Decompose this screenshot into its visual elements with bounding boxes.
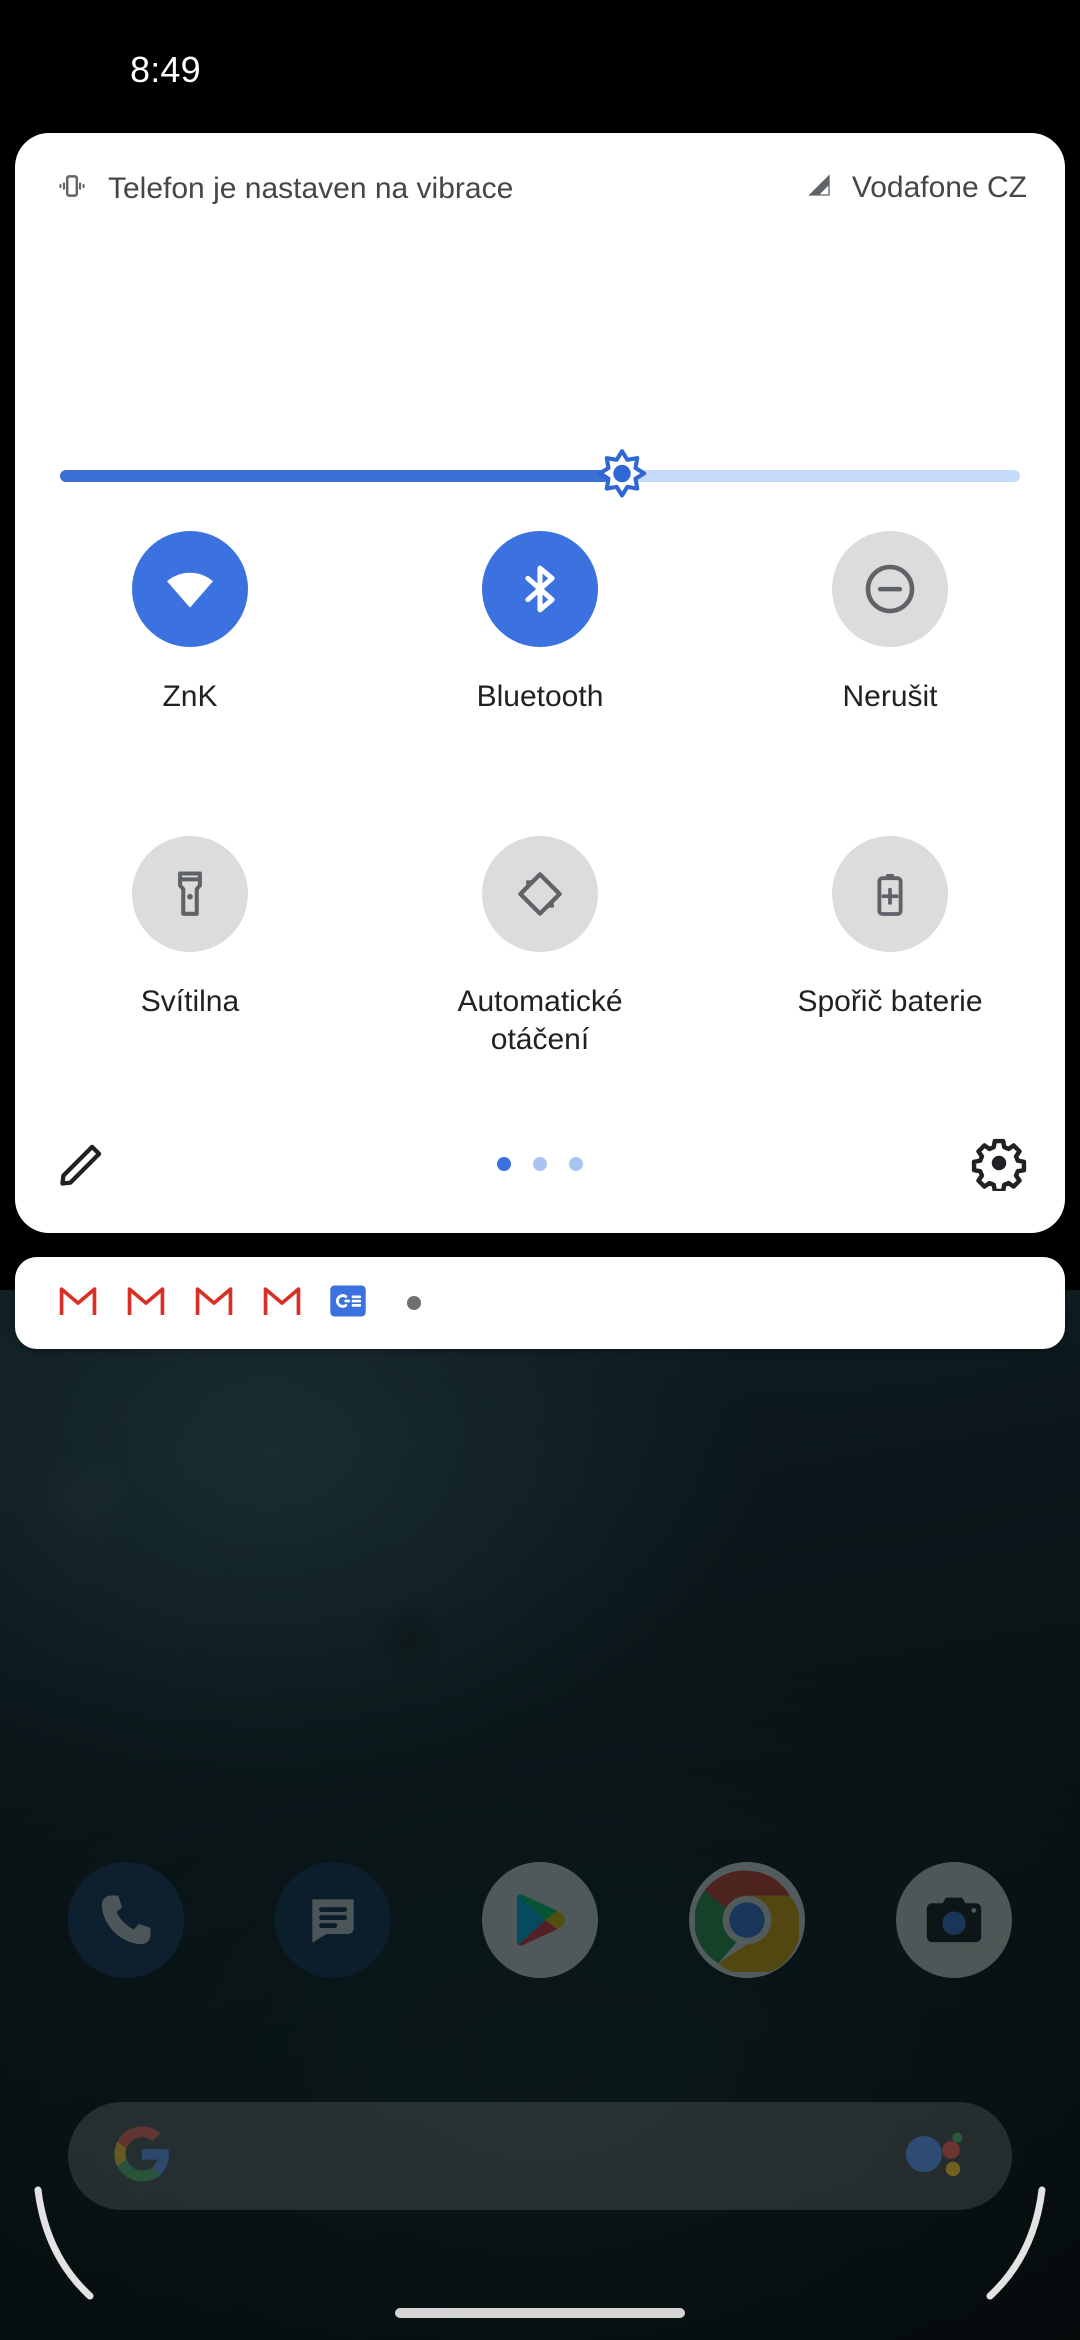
brightness-slider-fill	[60, 470, 622, 482]
bluetooth-icon	[525, 565, 555, 613]
gmail-icon[interactable]	[57, 1280, 99, 1327]
tile-do-not-disturb[interactable]: Nerušit	[715, 531, 1065, 716]
gmail-icon[interactable]	[193, 1280, 235, 1327]
ringer-status-label: Telefon je nastaven na vibrace	[108, 171, 514, 205]
brightness-sun-icon	[597, 449, 647, 498]
tile-battery-saver[interactable]: Spořič baterie	[715, 836, 1065, 1059]
settings-button[interactable]	[971, 1135, 1027, 1194]
dock-app-camera[interactable]	[896, 1862, 1012, 1978]
page-dot-1[interactable]	[497, 1157, 511, 1171]
phone-icon	[101, 1895, 151, 1945]
page-dot-2[interactable]	[533, 1157, 547, 1171]
navigation-gesture-area	[0, 2170, 1080, 2340]
tile-wifi-label: ZnK	[162, 680, 218, 713]
tile-bluetooth-label: Bluetooth	[476, 680, 604, 713]
messages-icon	[312, 1899, 354, 1943]
status-bar-clock: 8:49	[130, 49, 201, 90]
more-notifications-dot[interactable]	[407, 1296, 421, 1310]
carrier-status-group: Vodafone CZ	[803, 169, 1027, 206]
tile-auto-rotate-label: Automatické otáčení	[457, 985, 623, 1056]
flashlight-icon	[178, 871, 202, 916]
gear-settings-icon	[971, 1138, 1027, 1194]
wifi-icon	[167, 572, 213, 608]
chrome-icon	[695, 1870, 799, 1972]
tile-battery-saver-circle[interactable]	[832, 836, 948, 952]
dock-app-play-store[interactable]	[482, 1862, 598, 1978]
gmail-icon[interactable]	[125, 1280, 167, 1327]
tile-wifi[interactable]: ZnK	[15, 531, 365, 716]
tile-flashlight[interactable]: Svítilna	[15, 836, 365, 1059]
brightness-slider[interactable]	[60, 449, 1020, 499]
tile-wifi-circle[interactable]	[132, 531, 248, 647]
android-quick-settings-screen: 8:49 Telefon je nastaven na vibrace Voda…	[0, 0, 1080, 2340]
home-gesture-pill[interactable]	[395, 2308, 685, 2318]
home-dock	[0, 1862, 1080, 1978]
google-classroom-icon[interactable]	[329, 1282, 367, 1325]
quick-settings-footer	[15, 1093, 1065, 1233]
tile-do-not-disturb-circle[interactable]	[832, 531, 948, 647]
ringer-status-group[interactable]: Telefon je nastaven na vibrace	[55, 169, 513, 208]
dock-app-phone[interactable]	[68, 1862, 184, 1978]
tile-row: Svítilna Automatické otáčení Spořič bate…	[15, 836, 1065, 1059]
carrier-label: Vodafone CZ	[851, 170, 1027, 204]
dock-app-messages[interactable]	[275, 1862, 391, 1978]
battery-saver-icon	[877, 874, 903, 916]
gmail-icon[interactable]	[261, 1280, 303, 1327]
page-indicator	[15, 1157, 1065, 1171]
tile-flashlight-label: Svítilna	[140, 985, 240, 1018]
tile-auto-rotate-circle[interactable]	[482, 836, 598, 952]
camera-icon	[926, 1897, 982, 1943]
dock-app-chrome[interactable]	[689, 1862, 805, 1978]
tile-flashlight-circle[interactable]	[132, 836, 248, 952]
back-gesture-arc-left[interactable]	[20, 2180, 110, 2335]
collapsed-notification-strip[interactable]	[15, 1257, 1065, 1349]
page-dot-3[interactable]	[569, 1157, 583, 1171]
quick-settings-tiles: ZnK Bluetooth Nerušit Svítilna Automatic…	[15, 531, 1065, 1059]
vibration-icon	[55, 169, 89, 208]
back-gesture-arc-right[interactable]	[970, 2180, 1060, 2335]
tile-do-not-disturb-label: Nerušit	[842, 680, 938, 713]
tile-bluetooth-circle[interactable]	[482, 531, 598, 647]
do-not-disturb-icon	[865, 564, 915, 614]
play-store-icon	[517, 1894, 565, 1946]
tile-battery-saver-label: Spořič baterie	[797, 985, 983, 1018]
quick-settings-panel: Telefon je nastaven na vibrace Vodafone …	[15, 133, 1065, 1233]
status-bar: 8:49	[0, 0, 1080, 128]
auto-rotate-icon	[518, 872, 562, 916]
tile-row: ZnK Bluetooth Nerušit	[15, 531, 1065, 716]
tile-auto-rotate[interactable]: Automatické otáčení	[365, 836, 715, 1059]
tile-bluetooth[interactable]: Bluetooth	[365, 531, 715, 716]
quick-settings-header: Telefon je nastaven na vibrace Vodafone …	[15, 133, 1065, 243]
signal-cellular-icon	[803, 169, 835, 206]
